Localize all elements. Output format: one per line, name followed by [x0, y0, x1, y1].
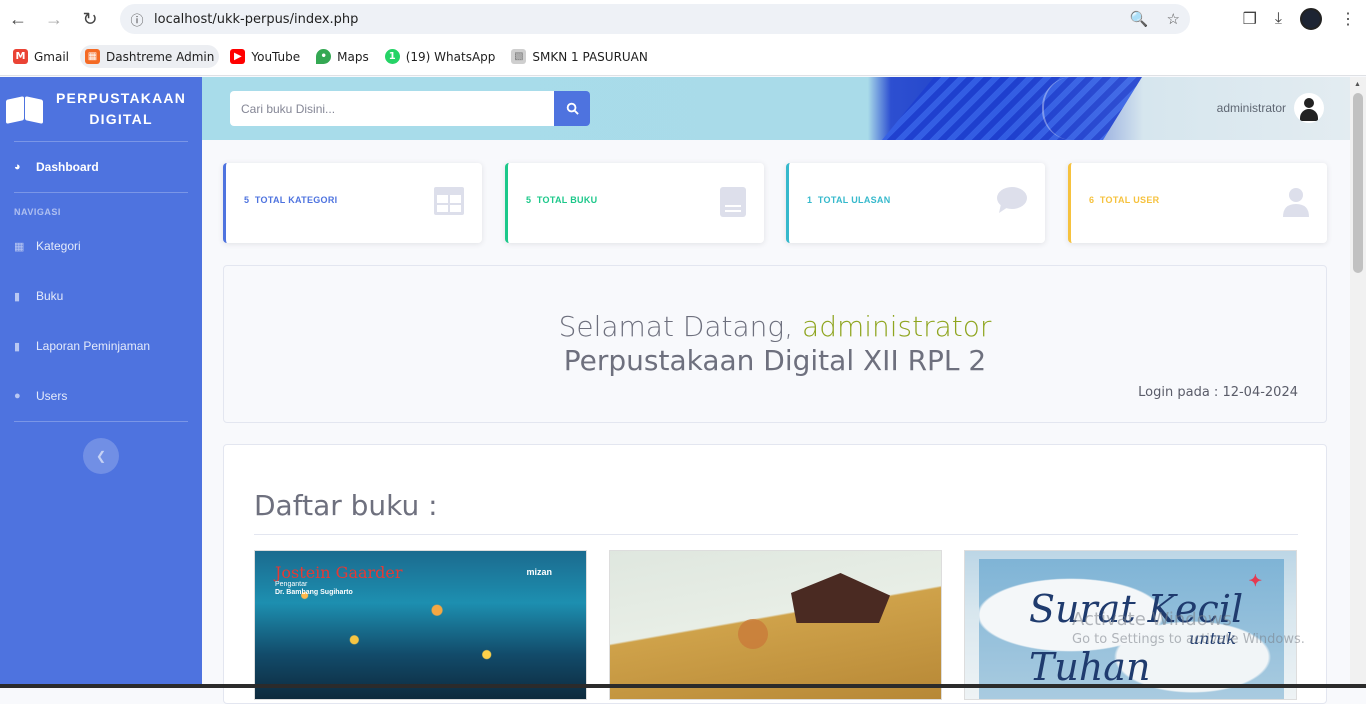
download-icon[interactable]: ⤓: [1275, 10, 1282, 28]
site-info-icon[interactable]: ⓘ: [120, 10, 154, 29]
book-list-panel: Daftar buku : Jostein Gaarder mizan Peng…: [223, 444, 1327, 704]
maps-pin-icon: •: [316, 49, 332, 64]
youtube-icon: ▶: [230, 49, 246, 64]
sidebar-brand[interactable]: PERPUSTAKAAN DIGITAL: [0, 77, 202, 141]
search-icon: [566, 102, 579, 115]
book-list-divider: [254, 534, 1298, 535]
book-icon: [720, 187, 746, 222]
user-dropdown[interactable]: administrator: [1217, 93, 1324, 123]
sidebar: PERPUSTAKAAN DIGITAL ◕ Dashboard NAVIGASI…: [0, 77, 202, 688]
login-date: Login pada : 12-04-2024: [1138, 385, 1298, 400]
book-icon: ▮: [14, 290, 21, 303]
sidebar-item-users[interactable]: ● Users: [0, 371, 202, 421]
brand-title: PERPUSTAKAAN DIGITAL: [56, 90, 187, 127]
taskbar-edge: [0, 684, 1366, 688]
welcome-username: administrator: [802, 310, 992, 343]
card-total-user: 6 TOTAL USER: [1068, 163, 1327, 243]
card-total-ulasan: 1 TOTAL ULASAN: [786, 163, 1045, 243]
page-scrollbar[interactable]: ▲: [1350, 77, 1366, 688]
card-total-kategori: 5 TOTAL KATEGORI: [223, 163, 482, 243]
user-icon: ●: [14, 390, 21, 402]
book-list-title: Daftar buku :: [254, 489, 438, 522]
search-button[interactable]: [554, 91, 590, 126]
card-label: 5 TOTAL BUKU: [526, 195, 598, 205]
bookmark-smkn[interactable]: ▧ SMKN 1 PASURUAN: [506, 45, 652, 68]
tachometer-icon: ◕: [14, 161, 21, 173]
dashtreme-icon: ▦: [85, 49, 101, 64]
topbar-background-glass: [1042, 77, 1102, 140]
card-label: 5 TOTAL KATEGORI: [244, 195, 338, 205]
bookmark-youtube[interactable]: ▶ YouTube: [225, 45, 305, 68]
sidebar-item-buku[interactable]: ▮ Buku: [0, 271, 202, 321]
table-icon: [434, 187, 464, 220]
comment-icon: [997, 187, 1027, 218]
url-text[interactable]: localhost/ukk-perpus/index.php: [154, 12, 358, 27]
book-cover[interactable]: Jostein Gaarder mizan Pengantar Dr. Bamba…: [254, 550, 587, 700]
school-icon: ▧: [511, 49, 527, 64]
user-avatar-icon: [1294, 93, 1324, 123]
topbar: administrator: [202, 77, 1350, 140]
chevron-left-icon: ❮: [95, 449, 107, 463]
sidebar-heading: NAVIGASI: [14, 207, 61, 217]
search-form: [230, 91, 590, 126]
topbar-background-image: [882, 77, 1142, 140]
cover-illustration-tree: [738, 619, 768, 649]
welcome-greeting: Selamat Datang, administrator: [558, 310, 992, 343]
user-icon: [1283, 187, 1309, 222]
book-open-icon: [6, 94, 44, 124]
windows-activation-watermark: Activate Windows Go to Settings to activ…: [1072, 609, 1305, 647]
book-cover[interactable]: [609, 550, 942, 700]
browser-toolbar: ← → ↻ ⓘ localhost/ukk-perpus/index.php 🔍…: [0, 0, 1366, 38]
cover-illustration-house: [791, 573, 890, 623]
card-total-buku: 5 TOTAL BUKU: [505, 163, 764, 243]
extensions-icon[interactable]: ❒: [1243, 9, 1257, 29]
sidebar-item-laporan-peminjaman[interactable]: ▮ Laporan Peminjaman: [0, 321, 202, 371]
sidebar-item-dashboard[interactable]: ◕ Dashboard: [0, 142, 202, 192]
publisher-logo-icon: ✦: [1248, 573, 1262, 590]
forward-arrow-icon[interactable]: →: [36, 0, 72, 38]
table-icon: ▦: [14, 240, 25, 253]
book-icon: ▮: [14, 340, 21, 353]
reload-icon[interactable]: ↻: [72, 0, 108, 38]
menu-kebab-icon[interactable]: ⋮: [1340, 9, 1356, 29]
scroll-thumb[interactable]: [1353, 93, 1363, 273]
topbar-username: administrator: [1216, 101, 1286, 115]
card-label: 6 TOTAL USER: [1089, 195, 1160, 205]
gmail-icon: M: [13, 49, 28, 64]
sidebar-divider: [14, 421, 188, 422]
profile-avatar[interactable]: [1300, 8, 1322, 30]
bookmark-gmail[interactable]: M Gmail: [8, 45, 74, 68]
whatsapp-icon: 1: [384, 49, 400, 64]
welcome-subtitle: Perpustakaan Digital XII RPL 2: [563, 344, 987, 377]
sidebar-toggle-button[interactable]: ❮: [83, 438, 119, 474]
back-arrow-icon[interactable]: ←: [0, 0, 36, 38]
search-input[interactable]: [230, 91, 554, 126]
sidebar-item-kategori[interactable]: ▦ Kategori: [0, 221, 202, 271]
address-bar[interactable]: ⓘ localhost/ukk-perpus/index.php 🔍 ☆: [120, 4, 1190, 34]
bookmarks-bar: M Gmail ▦ Dashtreme Admin ▶ YouTube • Maps 1…: [0, 38, 1366, 76]
welcome-panel: Selamat Datang, administrator Perpustaka…: [223, 265, 1327, 423]
bookmark-star-icon[interactable]: ☆: [1167, 10, 1180, 28]
bookmark-whatsapp[interactable]: 1 (19) WhatsApp: [380, 45, 501, 68]
bookmark-dashtreme[interactable]: ▦ Dashtreme Admin: [80, 45, 220, 68]
zoom-icon[interactable]: 🔍: [1130, 10, 1149, 28]
bookmark-maps[interactable]: • Maps: [311, 45, 374, 68]
scroll-up-icon[interactable]: ▲: [1354, 81, 1361, 88]
card-label: 1 TOTAL ULASAN: [807, 195, 891, 205]
